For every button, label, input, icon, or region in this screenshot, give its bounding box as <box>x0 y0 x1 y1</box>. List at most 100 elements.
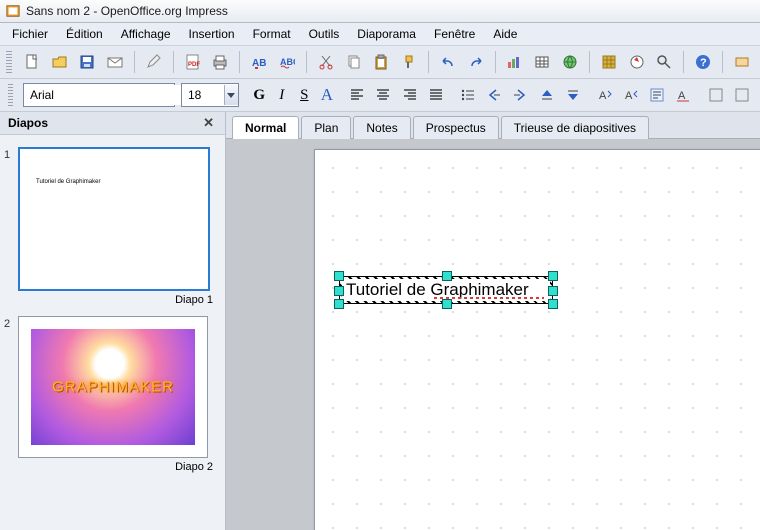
bold-button[interactable]: G <box>251 85 268 105</box>
menu-edition[interactable]: Édition <box>58 25 111 43</box>
align-center-button[interactable] <box>373 83 393 107</box>
menu-aide[interactable]: Aide <box>485 25 525 43</box>
char-button-3[interactable]: A <box>673 83 693 107</box>
move-up-button[interactable] <box>536 83 556 107</box>
bullets-button[interactable] <box>458 83 478 107</box>
app-window: Sans nom 2 - OpenOffice.org Impress Fich… <box>0 0 760 530</box>
panel-close-icon[interactable]: ✕ <box>200 115 217 131</box>
navigator-button[interactable] <box>625 50 649 74</box>
svg-text:ABC: ABC <box>252 58 267 69</box>
slide-label-1: Diapo 1 <box>4 294 213 306</box>
slide-thumb-2[interactable]: 2 GRAPHIMAKER Diapo 2 <box>4 316 221 473</box>
slide-thumb-2-preview[interactable]: GRAPHIMAKER <box>18 316 208 458</box>
extra-fmt-1[interactable] <box>706 83 726 107</box>
menu-diaporama[interactable]: Diaporama <box>349 25 424 43</box>
font-name-combo[interactable] <box>23 83 175 107</box>
body: Diapos ✕ 1 Tutoriel de Graphimaker Diapo… <box>0 112 760 530</box>
tab-prospectus[interactable]: Prospectus <box>413 116 499 139</box>
format-brush-button[interactable] <box>397 50 421 74</box>
demote-button[interactable] <box>510 83 530 107</box>
new-button[interactable] <box>20 50 44 74</box>
handle-ne[interactable] <box>548 271 558 281</box>
italic-button[interactable]: I <box>274 85 291 105</box>
handle-nw[interactable] <box>334 271 344 281</box>
svg-text:A: A <box>625 90 633 102</box>
thumb2-image: GRAPHIMAKER <box>31 329 195 445</box>
print-button[interactable] <box>209 50 233 74</box>
handle-s[interactable] <box>442 299 452 309</box>
slides-panel: Diapos ✕ 1 Tutoriel de Graphimaker Diapo… <box>0 112 226 530</box>
paste-button[interactable] <box>369 50 393 74</box>
autospell-button[interactable]: ABC <box>275 50 299 74</box>
slide-editor[interactable]: Tutoriel de Graphimaker <box>314 149 760 530</box>
slide-label-2: Diapo 2 <box>4 461 213 473</box>
align-left-button[interactable] <box>347 83 367 107</box>
main-area: Normal Plan Notes Prospectus Trieuse de … <box>226 112 760 530</box>
cut-button[interactable] <box>314 50 338 74</box>
font-name-input[interactable] <box>24 85 191 105</box>
svg-text:?: ? <box>700 57 707 69</box>
menu-format[interactable]: Format <box>245 25 299 43</box>
handle-sw[interactable] <box>334 299 344 309</box>
standard-toolbar: PDF ABC ABC ? <box>0 46 760 79</box>
handle-se[interactable] <box>548 299 558 309</box>
svg-text:ABC: ABC <box>280 57 295 67</box>
panel-title: Diapos <box>8 116 48 130</box>
move-down-button[interactable] <box>563 83 583 107</box>
tab-plan[interactable]: Plan <box>301 116 351 139</box>
pdf-button[interactable]: PDF <box>181 50 205 74</box>
extra-button[interactable] <box>730 50 754 74</box>
menu-fichier[interactable]: Fichier <box>4 25 56 43</box>
redo-button[interactable] <box>464 50 488 74</box>
font-size-dropdown-icon[interactable] <box>224 85 238 105</box>
canvas[interactable]: Tutoriel de Graphimaker <box>226 139 760 530</box>
svg-text:A: A <box>678 90 686 102</box>
tab-normal[interactable]: Normal <box>232 116 299 139</box>
titlebar: Sans nom 2 - OpenOffice.org Impress <box>0 0 760 23</box>
text-frame[interactable]: Tutoriel de Graphimaker <box>339 276 553 304</box>
table-button[interactable] <box>530 50 554 74</box>
chart-button[interactable] <box>503 50 527 74</box>
font-color-button[interactable]: A <box>319 85 336 105</box>
handle-e[interactable] <box>548 286 558 296</box>
thumbnails-list: 1 Tutoriel de Graphimaker Diapo 1 2 GRAP… <box>0 135 225 530</box>
align-justify-button[interactable] <box>426 83 446 107</box>
toolbar-grip[interactable] <box>6 51 12 73</box>
slide-number-2: 2 <box>4 316 14 330</box>
spellcheck-button[interactable]: ABC <box>247 50 271 74</box>
font-size-combo[interactable] <box>181 83 239 107</box>
menu-fenetre[interactable]: Fenêtre <box>426 25 483 43</box>
menu-outils[interactable]: Outils <box>301 25 348 43</box>
menu-insertion[interactable]: Insertion <box>181 25 243 43</box>
font-size-input[interactable] <box>182 85 224 105</box>
char-button-2[interactable]: A <box>621 83 641 107</box>
handle-n[interactable] <box>442 271 452 281</box>
handle-w[interactable] <box>334 286 344 296</box>
menu-affichage[interactable]: Affichage <box>113 25 179 43</box>
align-right-button[interactable] <box>399 83 419 107</box>
text-frame-content[interactable]: Tutoriel de Graphimaker <box>342 279 550 301</box>
menubar: Fichier Édition Affichage Insertion Form… <box>0 23 760 46</box>
extra-fmt-2[interactable] <box>732 83 752 107</box>
copy-button[interactable] <box>342 50 366 74</box>
format-grip[interactable] <box>8 84 13 106</box>
slide-thumb-1[interactable]: 1 Tutoriel de Graphimaker Diapo 1 <box>4 147 221 306</box>
tab-trieuse[interactable]: Trieuse de diapositives <box>501 116 649 139</box>
tab-notes[interactable]: Notes <box>353 116 410 139</box>
help-button[interactable]: ? <box>691 50 715 74</box>
slide-thumb-1-preview[interactable]: Tutoriel de Graphimaker <box>18 147 210 291</box>
para-button[interactable] <box>647 83 667 107</box>
char-button-1[interactable]: A <box>595 83 615 107</box>
grid-button[interactable] <box>597 50 621 74</box>
underline-button[interactable]: S <box>296 85 313 105</box>
undo-button[interactable] <box>436 50 460 74</box>
zoom-button[interactable] <box>652 50 676 74</box>
mail-button[interactable] <box>103 50 127 74</box>
hyperlink-button[interactable] <box>558 50 582 74</box>
open-button[interactable] <box>48 50 72 74</box>
edit-button[interactable] <box>142 50 166 74</box>
promote-button[interactable] <box>484 83 504 107</box>
slide-number-1: 1 <box>4 147 14 161</box>
save-button[interactable] <box>76 50 100 74</box>
format-toolbar: G I S A A A A <box>0 79 760 112</box>
